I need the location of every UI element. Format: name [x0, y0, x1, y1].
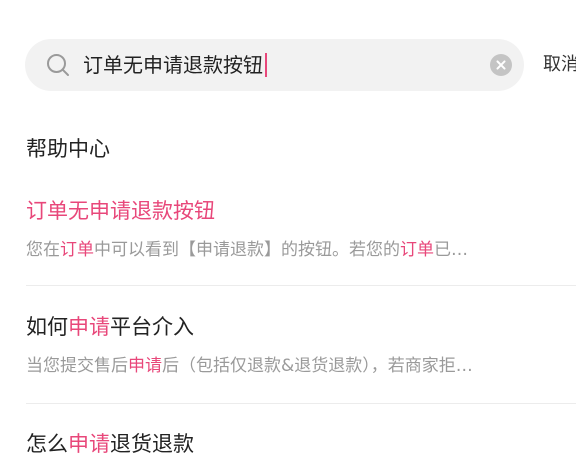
snippet-highlight: 申请	[128, 356, 162, 376]
title-text: 退货退款	[110, 432, 194, 456]
divider	[26, 285, 576, 286]
snippet-highlight: 订单	[60, 240, 94, 260]
result-title: 如何申请平台介入	[26, 312, 576, 342]
result-snippet: 您在订单中可以看到【申请退款】的按钮。若您的订单已…	[26, 238, 576, 262]
result-title: 怎么申请退货退款	[26, 429, 576, 458]
result-item[interactable]: 如何申请平台介入 当您提交售后申请后（包括仅退款&退货退款），若商家拒…	[26, 312, 576, 378]
title-text: 如何	[26, 315, 68, 339]
snippet-text: 您在	[26, 240, 60, 260]
search-icon	[47, 54, 69, 76]
title-text: 怎么	[26, 432, 68, 456]
text-cursor	[265, 53, 267, 77]
clear-icon[interactable]	[490, 54, 512, 76]
search-bar[interactable]: 订单无申请退款按钮	[25, 39, 524, 91]
title-highlight: 申请	[68, 315, 110, 339]
search-input[interactable]: 订单无申请退款按钮	[83, 39, 267, 91]
result-title: 订单无申请退款按钮	[26, 196, 576, 226]
snippet-highlight: 订单	[400, 240, 434, 260]
result-item[interactable]: 订单无申请退款按钮 您在订单中可以看到【申请退款】的按钮。若您的订单已…	[26, 196, 576, 262]
search-query-text: 订单无申请退款按钮	[83, 53, 263, 77]
search-results-page: 订单无申请退款按钮 取消 帮助中心 订单无申请退款按钮 您在订单中可以看到【申请…	[0, 0, 576, 458]
section-title: 帮助中心	[26, 137, 110, 161]
title-highlight: 申请	[68, 432, 110, 456]
divider	[26, 403, 576, 404]
title-text: 平台介入	[110, 315, 194, 339]
snippet-text: 已…	[434, 240, 468, 260]
snippet-text: 当您提交售后	[26, 356, 128, 376]
cancel-button[interactable]: 取消	[543, 39, 576, 91]
result-title-text: 订单无申请退款按钮	[26, 199, 215, 223]
result-snippet: 当您提交售后申请后（包括仅退款&退货退款），若商家拒…	[26, 354, 576, 378]
result-item[interactable]: 怎么申请退货退款	[26, 429, 576, 458]
snippet-text: 后（包括仅退款&退货退款），若商家拒…	[162, 356, 473, 376]
snippet-text: 中可以看到【申请退款】的按钮。若您的	[94, 240, 400, 260]
